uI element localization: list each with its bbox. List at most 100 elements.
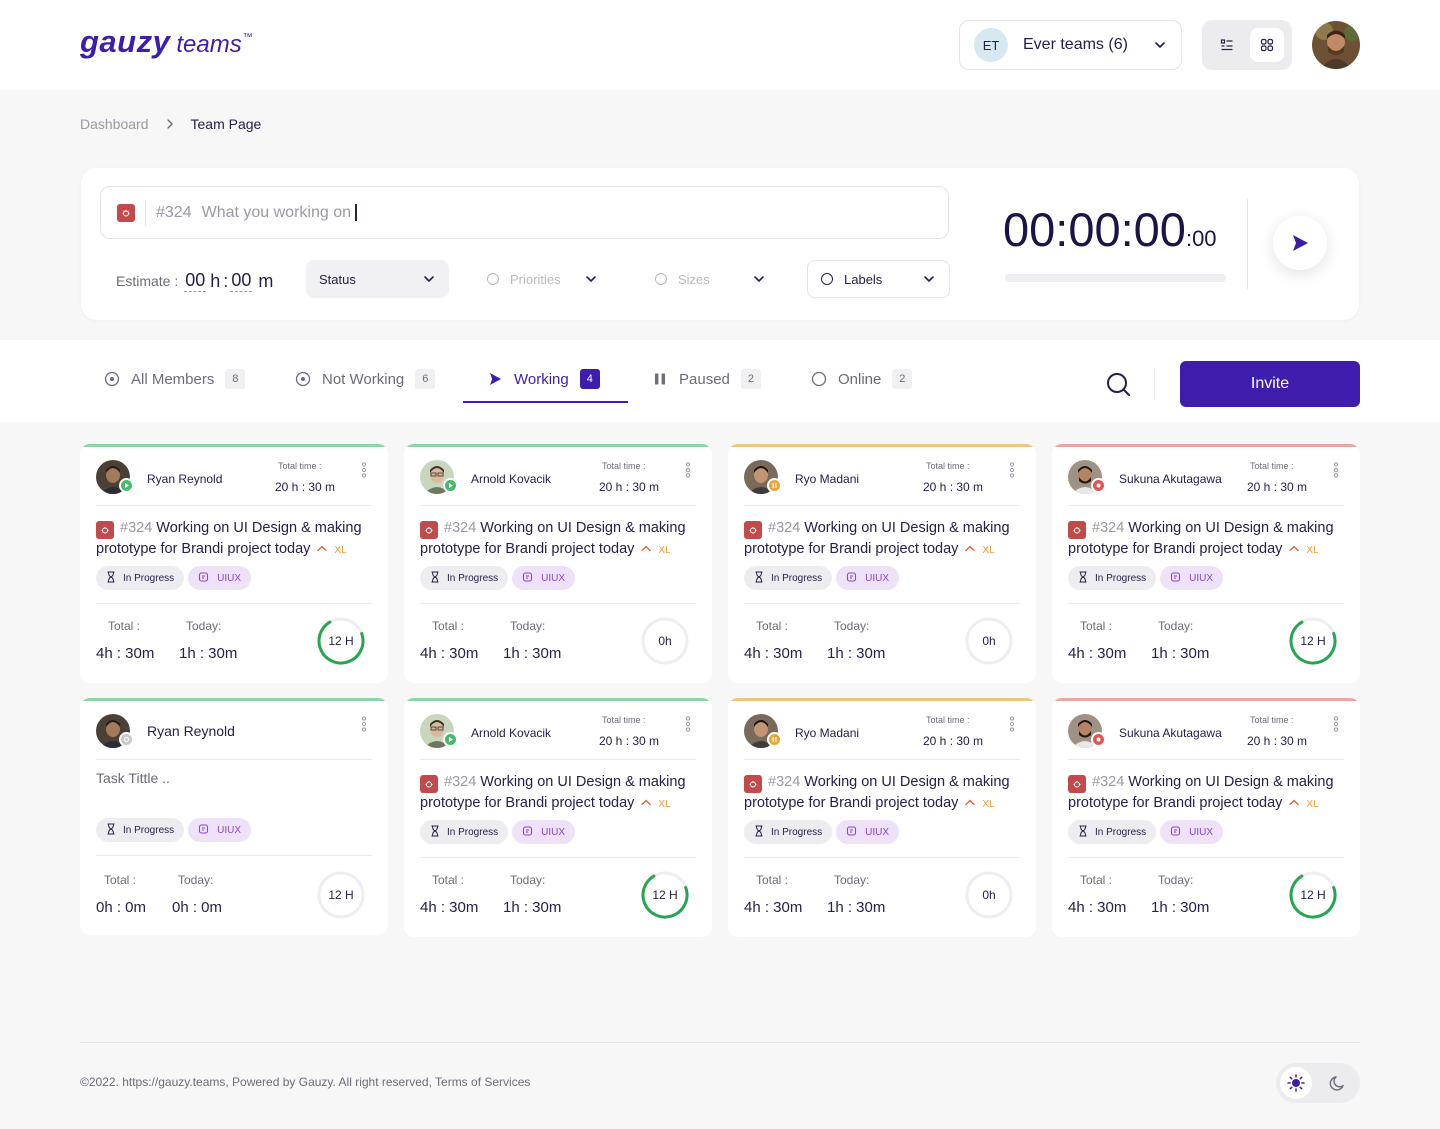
priority-chevron-icon: [316, 544, 328, 552]
ring-label: 12 H: [1300, 634, 1326, 648]
timer-clock-ms: :00: [1185, 226, 1217, 251]
grid-view-button[interactable]: [1250, 28, 1284, 62]
member-name[interactable]: Sukuna Akutagawa: [1119, 726, 1222, 740]
tab-paused[interactable]: Paused 2: [652, 368, 761, 390]
task-title[interactable]: #324 Working on UI Design & making proto…: [1068, 772, 1353, 815]
estimate-value[interactable]: 00 h : 00 m: [184, 270, 273, 292]
card-divider: [1068, 759, 1344, 760]
label-tag[interactable]: UIUX: [512, 820, 576, 844]
estimate-hours[interactable]: 00: [184, 270, 207, 292]
today-value: 1h : 30m: [179, 645, 238, 662]
member-name[interactable]: Ryo Madani: [795, 472, 859, 486]
chevron-down-icon: [752, 272, 766, 286]
task-title[interactable]: #324 Working on UI Design & making proto…: [744, 772, 1029, 815]
member-status-badge: [1091, 732, 1106, 747]
member-card: Sukuna Akutagawa Total time : 20 h : 30 m #…: [1052, 444, 1360, 683]
status-tag[interactable]: In Progress: [96, 566, 185, 590]
start-timer-button[interactable]: [1273, 216, 1327, 270]
member-name[interactable]: Arnold Kovacik: [471, 472, 551, 486]
card-status-bar: [728, 444, 1036, 447]
search-icon[interactable]: [1106, 372, 1131, 397]
app-logo[interactable]: gauzy teams ™: [80, 24, 253, 60]
more-options-icon[interactable]: [1333, 716, 1339, 732]
grid-view-icon: [1260, 38, 1274, 52]
member-name[interactable]: Ryan Reynold: [147, 472, 222, 486]
status-tag[interactable]: In Progress: [1068, 820, 1157, 844]
task-title[interactable]: #324 Working on UI Design & making proto…: [420, 518, 705, 561]
tabs-divider: [1154, 368, 1155, 400]
today-value: 1h : 30m: [827, 645, 886, 662]
tab-working[interactable]: Working 4: [487, 368, 600, 390]
label-tag-label: UIUX: [217, 824, 242, 836]
light-theme-button[interactable]: [1280, 1067, 1312, 1099]
label-tag[interactable]: UIUX: [1160, 566, 1224, 590]
total-value: 4h : 30m: [1068, 645, 1127, 662]
member-name[interactable]: Sukuna Akutagawa: [1119, 472, 1222, 486]
hourglass-icon: [754, 571, 771, 586]
total-time-label: Total time :: [1250, 461, 1294, 471]
task-title[interactable]: #324 Working on UI Design & making proto…: [744, 518, 1029, 561]
tab-all-members[interactable]: All Members 8: [104, 368, 246, 390]
card-status-bar: [80, 698, 388, 701]
task-title[interactable]: #324 Working on UI Design & making proto…: [1068, 518, 1353, 561]
more-options-icon[interactable]: [685, 462, 691, 478]
tab-online[interactable]: Online 2: [811, 368, 913, 390]
label-tag[interactable]: UIUX: [188, 566, 252, 590]
task-title[interactable]: #324 Working on UI Design & making proto…: [96, 518, 381, 561]
bug-icon: [1068, 775, 1086, 793]
breadcrumb-dashboard[interactable]: Dashboard: [80, 116, 149, 132]
task-input[interactable]: #324 What you working on: [100, 186, 949, 239]
tab-not-working[interactable]: Not Working 6: [295, 368, 436, 390]
estimate-minutes[interactable]: 00: [230, 270, 253, 292]
more-options-icon[interactable]: [361, 716, 367, 732]
task-tags: In Progress UIUX: [1068, 566, 1227, 590]
member-name[interactable]: Arnold Kovacik: [471, 726, 551, 740]
member-name[interactable]: Ryo Madani: [795, 726, 859, 740]
timer-panel: #324 What you working on Estimate : 00 h…: [81, 168, 1359, 320]
bug-icon: [96, 521, 114, 539]
status-tag[interactable]: In Progress: [744, 820, 833, 844]
total-time-label: Total time :: [278, 461, 322, 471]
member-name[interactable]: Ryan Reynold: [147, 723, 235, 739]
card-divider: [1068, 857, 1344, 858]
card-divider: [96, 505, 372, 506]
status-tag[interactable]: In Progress: [744, 566, 833, 590]
chevron-down-icon: [1153, 38, 1167, 52]
list-view-button[interactable]: [1210, 28, 1244, 62]
task-tags: In Progress UIUX: [96, 566, 255, 590]
status-tag[interactable]: In Progress: [96, 818, 185, 842]
input-divider: [145, 199, 146, 226]
invite-button[interactable]: Invite: [1180, 361, 1360, 407]
status-tag[interactable]: In Progress: [420, 820, 509, 844]
sizes-dropdown[interactable]: Sizes: [642, 260, 779, 298]
task-title-placeholder[interactable]: Task Tittle ..: [96, 770, 170, 786]
team-selector[interactable]: ET Ever teams (6): [959, 20, 1182, 70]
more-options-icon[interactable]: [1009, 716, 1015, 732]
user-avatar[interactable]: [1312, 21, 1360, 69]
label-tag[interactable]: UIUX: [188, 818, 252, 842]
tab-paused-count: 2: [740, 369, 761, 389]
labels-dropdown[interactable]: Labels: [807, 260, 950, 298]
more-options-icon[interactable]: [685, 716, 691, 732]
dark-theme-button[interactable]: [1322, 1067, 1354, 1099]
task-title[interactable]: #324 Working on UI Design & making proto…: [420, 772, 705, 815]
priorities-dropdown[interactable]: Priorities: [474, 260, 611, 298]
more-options-icon[interactable]: [361, 462, 367, 478]
circle-dot-icon: [104, 371, 120, 387]
bug-icon: [420, 775, 438, 793]
more-options-icon[interactable]: [1009, 462, 1015, 478]
today-label: Today:: [178, 873, 214, 887]
label-tag[interactable]: UIUX: [836, 566, 900, 590]
breadcrumb-team-page: Team Page: [190, 116, 262, 132]
label-tag[interactable]: UIUX: [1160, 820, 1224, 844]
status-tag[interactable]: In Progress: [1068, 566, 1157, 590]
today-label: Today:: [510, 873, 546, 887]
total-time-value: 20 h : 30 m: [923, 734, 984, 748]
status-tag[interactable]: In Progress: [420, 566, 509, 590]
more-options-icon[interactable]: [1333, 462, 1339, 478]
status-dropdown[interactable]: Status: [306, 260, 449, 298]
label-tag[interactable]: UIUX: [512, 566, 576, 590]
sizes-dropdown-label: Sizes: [678, 271, 710, 287]
label-tag[interactable]: UIUX: [836, 820, 900, 844]
estimate-label: Estimate :: [116, 273, 179, 289]
